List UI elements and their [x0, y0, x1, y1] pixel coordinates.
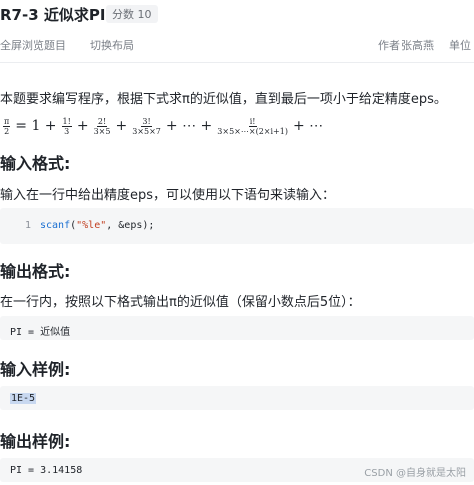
input-code-block[interactable]: 1 scanf("%le", &eps);: [0, 208, 474, 244]
formula-term-3: 3! 3×5×7: [132, 116, 161, 136]
pi-formula: π 2 = 1 + 1! 3 + 2! 3×5 + 3! 3×5×7 + ⋯ +…: [3, 116, 324, 136]
author-name: 张高燕: [401, 39, 434, 52]
sample-output-text: PI = 3.14158: [10, 465, 83, 476]
formula-dots: + ⋯ +: [165, 118, 213, 134]
output-code-text: PI = 近似值: [10, 327, 71, 338]
fullscreen-button[interactable]: 全屏浏览题目: [0, 37, 66, 53]
header-divider: [0, 62, 474, 63]
sample-output-heading: 输出样例:: [0, 432, 71, 451]
formula-lhs: π 2: [3, 116, 11, 136]
code-line: scanf("%le", &eps);: [40, 220, 155, 231]
code-line-number: 1: [25, 220, 32, 231]
formula-tail: + ⋯: [292, 118, 324, 134]
output-format-heading: 输出格式:: [0, 262, 71, 281]
input-format-text: 输入在一行中给出精度eps，可以使用以下语句来读输入：: [0, 188, 336, 203]
formula-term-1: 1! 3: [61, 116, 72, 136]
author-label: 作者: [378, 39, 400, 52]
sample-input-text: 1E-5: [10, 393, 37, 404]
output-format-text: 在一行内，按照以下格式输出π的近似值（保留小数点后5位）：: [0, 295, 361, 310]
formula-term-i: i! 3×5×⋯×(2×i+1): [217, 116, 288, 136]
score-badge: 分数 10: [106, 5, 158, 23]
problem-intro: 本题要求编写程序，根据下式求π的近似值，直到最后一项小于给定精度eps。: [0, 92, 447, 107]
sample-input-heading: 输入样例:: [0, 360, 71, 379]
csdn-watermark: CSDN @自身就是太阳: [364, 468, 466, 479]
unit-label: 单位: [449, 39, 471, 52]
input-format-heading: 输入格式:: [0, 154, 71, 173]
page-title: R7-3 近似求PI: [0, 6, 106, 24]
sample-input-block[interactable]: 1E-5: [0, 386, 474, 410]
formula-term-2: 2! 3×5: [93, 116, 111, 136]
output-code-block[interactable]: PI = 近似值: [0, 316, 474, 340]
formula-eq: = 1 +: [15, 118, 57, 134]
switch-layout-button[interactable]: 切换布局: [90, 37, 134, 53]
